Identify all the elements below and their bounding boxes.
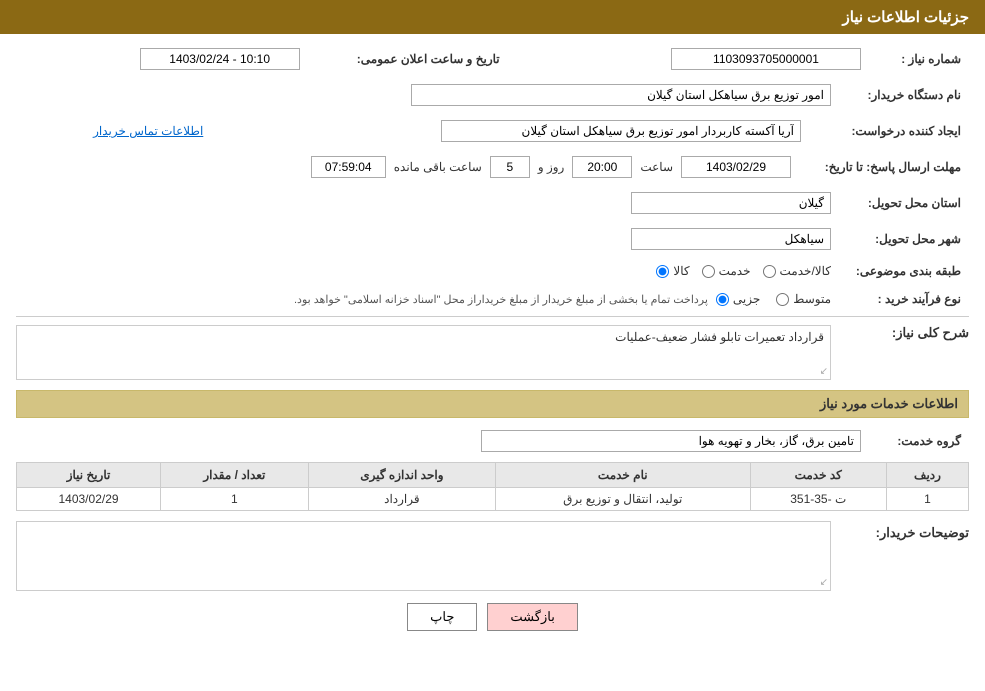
category-label: طبقه بندی موضوعی: [839, 260, 969, 282]
announcement-datetime-value [16, 44, 308, 74]
col-header-date: تاریخ نیاز [17, 463, 161, 488]
col-header-service-code: کد خدمت [750, 463, 886, 488]
cell-date: 1403/02/29 [17, 488, 161, 511]
cell-row-num: 1 [886, 488, 968, 511]
purchase-type-label: نوع فرآیند خرید : [839, 288, 969, 310]
category-kala-khadamat-option[interactable]: کالا/خدمت [763, 264, 831, 278]
col-header-unit: واحد اندازه گیری [308, 463, 495, 488]
deadline-info-table: مهلت ارسال پاسخ: تا تاریخ: ساعت روز و سا… [16, 152, 969, 182]
back-button[interactable]: بازگشت [487, 603, 577, 631]
city-label: شهر محل تحویل: [839, 224, 969, 254]
col-header-quantity: تعداد / مقدار [161, 463, 309, 488]
response-time-input[interactable] [572, 156, 632, 178]
city-input[interactable] [631, 228, 831, 250]
services-section-title: اطلاعات خدمات مورد نیاز [16, 390, 969, 418]
org-name-label: نام دستگاه خریدار: [839, 80, 969, 110]
purchase-desc: پرداخت تمام یا بخشی از مبلغ خریدار از مب… [294, 293, 708, 306]
announcement-datetime-label: تاریخ و ساعت اعلان عمومی: [308, 44, 508, 74]
service-group-table: گروه خدمت: [16, 426, 969, 456]
category-kala-option[interactable]: کالا [656, 264, 689, 278]
need-number-input[interactable] [671, 48, 861, 70]
buyer-notes-label: توضیحات خریدار: [839, 521, 969, 541]
contact-link[interactable]: اطلاعات تماس خریدار [93, 124, 203, 138]
cell-unit: قرارداد [308, 488, 495, 511]
remaining-input[interactable] [311, 156, 386, 178]
days-input[interactable] [490, 156, 530, 178]
page-header: جزئیات اطلاعات نیاز [0, 0, 985, 34]
purchase-mottaset-option[interactable]: متوسط [776, 292, 831, 306]
purchase-jozii-option[interactable]: جزیی [716, 292, 760, 306]
general-desc-value: قرارداد تعمیرات تابلو فشار ضعیف-عملیات [23, 330, 824, 344]
service-group-input[interactable] [481, 430, 861, 452]
category-kala-khadamat-radio[interactable] [763, 265, 776, 278]
category-kala-radio[interactable] [656, 265, 669, 278]
cell-quantity: 1 [161, 488, 309, 511]
category-info-table: طبقه بندی موضوعی: کالا/خدمت خدمت کالا [16, 260, 969, 282]
category-khadamat-radio[interactable] [702, 265, 715, 278]
province-input[interactable] [631, 192, 831, 214]
creator-label: ایجاد کننده درخواست: [809, 116, 969, 146]
announcement-datetime-input[interactable] [140, 48, 300, 70]
days-label: روز و [538, 160, 565, 174]
need-number-label: شماره نیاز : [869, 44, 969, 74]
table-row: 1 ت -35-351 تولید، انتقال و توزیع برق قر… [17, 488, 969, 511]
response-deadline-label: مهلت ارسال پاسخ: تا تاریخ: [799, 152, 969, 182]
category-khadamat-option[interactable]: خدمت [702, 264, 751, 278]
need-number-value [528, 44, 869, 74]
creator-info-table: ایجاد کننده درخواست: اطلاعات تماس خریدار [16, 116, 969, 146]
action-buttons: بازگشت چاپ [16, 603, 969, 631]
response-time-label: ساعت [640, 160, 673, 174]
cell-service-name: تولید، انتقال و توزیع برق [496, 488, 750, 511]
general-desc-label: شرح کلی نیاز: [839, 325, 969, 341]
basic-info-table: شماره نیاز : تاریخ و ساعت اعلان عمومی: [16, 44, 969, 74]
creator-input[interactable] [441, 120, 801, 142]
purchase-jozii-radio[interactable] [716, 293, 729, 306]
print-button[interactable]: چاپ [407, 603, 477, 631]
province-label: استان محل تحویل: [839, 188, 969, 218]
col-header-service-name: نام خدمت [496, 463, 750, 488]
org-info-table: نام دستگاه خریدار: [16, 80, 969, 110]
purchase-type-info-table: نوع فرآیند خرید : متوسط جزیی [16, 288, 969, 310]
col-header-row-num: ردیف [886, 463, 968, 488]
response-date-input[interactable] [681, 156, 791, 178]
page-title: جزئیات اطلاعات نیاز [843, 9, 970, 26]
city-info-table: شهر محل تحویل: [16, 224, 969, 254]
province-info-table: استان محل تحویل: [16, 188, 969, 218]
org-name-input[interactable] [411, 84, 831, 106]
services-data-table: ردیف کد خدمت نام خدمت واحد اندازه گیری ت… [16, 462, 969, 511]
service-group-label: گروه خدمت: [869, 426, 969, 456]
remaining-label: ساعت باقی مانده [394, 160, 482, 174]
purchase-mottaset-radio[interactable] [776, 293, 789, 306]
cell-service-code: ت -35-351 [750, 488, 886, 511]
